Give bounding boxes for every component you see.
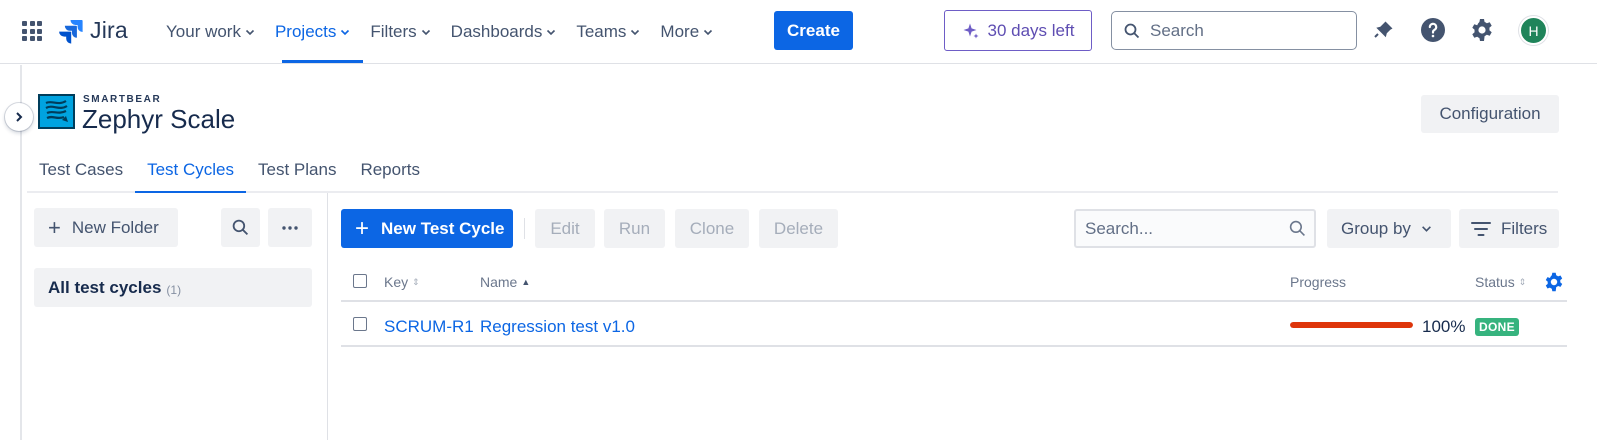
sparkle-icon xyxy=(963,23,979,38)
column-header-key[interactable]: Key ⇕ xyxy=(384,274,420,290)
settings-icon[interactable] xyxy=(1468,16,1496,44)
chevron-down-icon xyxy=(421,29,430,36)
sort-icon: ⇕ xyxy=(1518,276,1527,287)
folder-label: All test cycles xyxy=(48,277,162,297)
progress-percentage: 100% xyxy=(1422,317,1466,336)
nav-label: Projects xyxy=(274,22,337,41)
run-button[interactable]: Run xyxy=(604,209,665,248)
column-header-label: Status xyxy=(1475,274,1515,290)
test-cycle-key-link[interactable]: SCRUM-R1 xyxy=(384,317,474,337)
tab-test-plans[interactable]: Test Plans xyxy=(246,150,348,193)
column-header-label: Name xyxy=(480,274,518,290)
main-nav: Your work Projects Filters Dashboards Te… xyxy=(156,0,723,64)
tab-reports[interactable]: Reports xyxy=(348,150,432,193)
table-header: Key ⇕ Name ▲ Progress Status ⇕ xyxy=(341,264,1567,302)
filters-label: Filters xyxy=(1501,218,1548,238)
select-all-checkbox[interactable] xyxy=(353,274,367,288)
product-title: Zephyr Scale xyxy=(82,104,236,134)
trial-button[interactable]: 30 days left xyxy=(944,10,1092,51)
folder-all-test-cycles[interactable]: All test cycles (1) xyxy=(34,268,312,307)
chevron-down-icon xyxy=(1422,226,1431,232)
new-folder-button[interactable]: + New Folder xyxy=(34,208,178,247)
search-icon xyxy=(1289,220,1305,236)
nav-projects[interactable]: Projects xyxy=(265,0,360,64)
chevron-down-icon xyxy=(704,29,713,36)
notification-icon[interactable] xyxy=(1370,16,1398,44)
delete-button[interactable]: Delete xyxy=(759,209,838,248)
create-button[interactable]: Create xyxy=(774,11,853,50)
status-badge: DONE xyxy=(1475,318,1519,336)
nav-label: Filters xyxy=(370,22,417,41)
new-test-cycle-label: New Test Cycle xyxy=(381,218,505,238)
search-icon xyxy=(1124,23,1140,38)
global-search-placeholder: Search xyxy=(1150,20,1204,40)
filter-icon xyxy=(1471,221,1491,236)
column-header-label: Key xyxy=(384,274,409,290)
jira-logo[interactable]: Jira xyxy=(58,17,128,44)
configuration-button[interactable]: Configuration xyxy=(1421,95,1559,133)
column-header-label: Progress xyxy=(1290,274,1347,290)
avatar[interactable]: H xyxy=(1519,16,1548,45)
column-settings-icon[interactable] xyxy=(1543,271,1565,293)
progress-bar xyxy=(1290,322,1413,328)
zephyr-logo-icon xyxy=(38,94,75,129)
nav-more[interactable]: More xyxy=(650,0,723,64)
group-by-label: Group by xyxy=(1341,218,1411,238)
search-icon xyxy=(232,219,249,236)
progress-fill xyxy=(1290,322,1413,328)
chevron-down-icon xyxy=(245,29,255,36)
folder-count: (1) xyxy=(166,282,182,297)
test-cycle-search-input[interactable]: Search... xyxy=(1074,209,1316,248)
chevron-down-icon xyxy=(547,29,556,36)
edit-button[interactable]: Edit xyxy=(535,209,595,248)
nav-label: Teams xyxy=(576,22,627,41)
table-row[interactable]: SCRUM-R1 Regression test v1.0 100% DONE xyxy=(341,303,1567,347)
nav-teams[interactable]: Teams xyxy=(566,0,650,64)
trial-label: 30 days left xyxy=(987,20,1075,40)
test-cycle-name-link[interactable]: Regression test v1.0 xyxy=(480,317,635,337)
chevron-right-icon xyxy=(16,112,23,122)
clone-button[interactable]: Clone xyxy=(675,209,749,248)
gear-icon xyxy=(1472,19,1492,41)
folder-more-button[interactable] xyxy=(268,208,312,247)
group-by-dropdown[interactable]: Group by xyxy=(1327,209,1451,248)
more-icon xyxy=(282,225,298,230)
sort-ascending-icon: ▲ xyxy=(521,277,531,287)
expand-sidebar-button[interactable] xyxy=(5,103,33,131)
jira-logo-icon xyxy=(59,19,83,44)
help-icon[interactable] xyxy=(1419,16,1447,44)
chevron-down-icon xyxy=(631,29,640,36)
search-placeholder: Search... xyxy=(1085,218,1154,238)
row-checkbox[interactable] xyxy=(353,317,367,331)
top-navigation: Jira Your work Projects Filters Dashboar… xyxy=(0,0,1597,64)
nav-label: Dashboards xyxy=(450,22,543,41)
chevron-down-icon xyxy=(341,29,350,36)
question-icon xyxy=(1421,18,1445,42)
jira-logo-text: Jira xyxy=(90,17,128,43)
global-search-input[interactable]: Search xyxy=(1111,11,1357,50)
nav-label: Your work xyxy=(166,22,241,41)
tab-test-cases[interactable]: Test Cases xyxy=(27,150,135,193)
nav-dashboards[interactable]: Dashboards xyxy=(441,0,567,64)
nav-label: More xyxy=(660,22,700,41)
column-header-name[interactable]: Name ▲ xyxy=(480,274,530,290)
sort-icon: ⇕ xyxy=(412,276,420,287)
toolbar-separator xyxy=(524,218,525,239)
plus-icon: + xyxy=(48,214,61,240)
filters-button[interactable]: Filters xyxy=(1459,209,1559,248)
nav-your-work[interactable]: Your work xyxy=(156,0,265,64)
folder-panel-divider xyxy=(327,193,328,440)
product-tabs: Test Cases Test Cycles Test Plans Report… xyxy=(27,150,432,193)
new-folder-label: New Folder xyxy=(71,217,159,237)
new-test-cycle-button[interactable]: + New Test Cycle xyxy=(341,209,513,248)
app-switcher-icon[interactable] xyxy=(22,21,42,41)
folder-search-button[interactable] xyxy=(221,208,260,247)
active-nav-indicator xyxy=(282,60,363,63)
bell-icon xyxy=(1374,21,1393,38)
plus-icon: + xyxy=(355,214,370,242)
column-header-status[interactable]: Status ⇕ xyxy=(1475,274,1526,290)
column-header-progress: Progress xyxy=(1290,274,1346,290)
nav-filters[interactable]: Filters xyxy=(360,0,440,64)
tab-test-cycles[interactable]: Test Cycles xyxy=(135,150,246,193)
